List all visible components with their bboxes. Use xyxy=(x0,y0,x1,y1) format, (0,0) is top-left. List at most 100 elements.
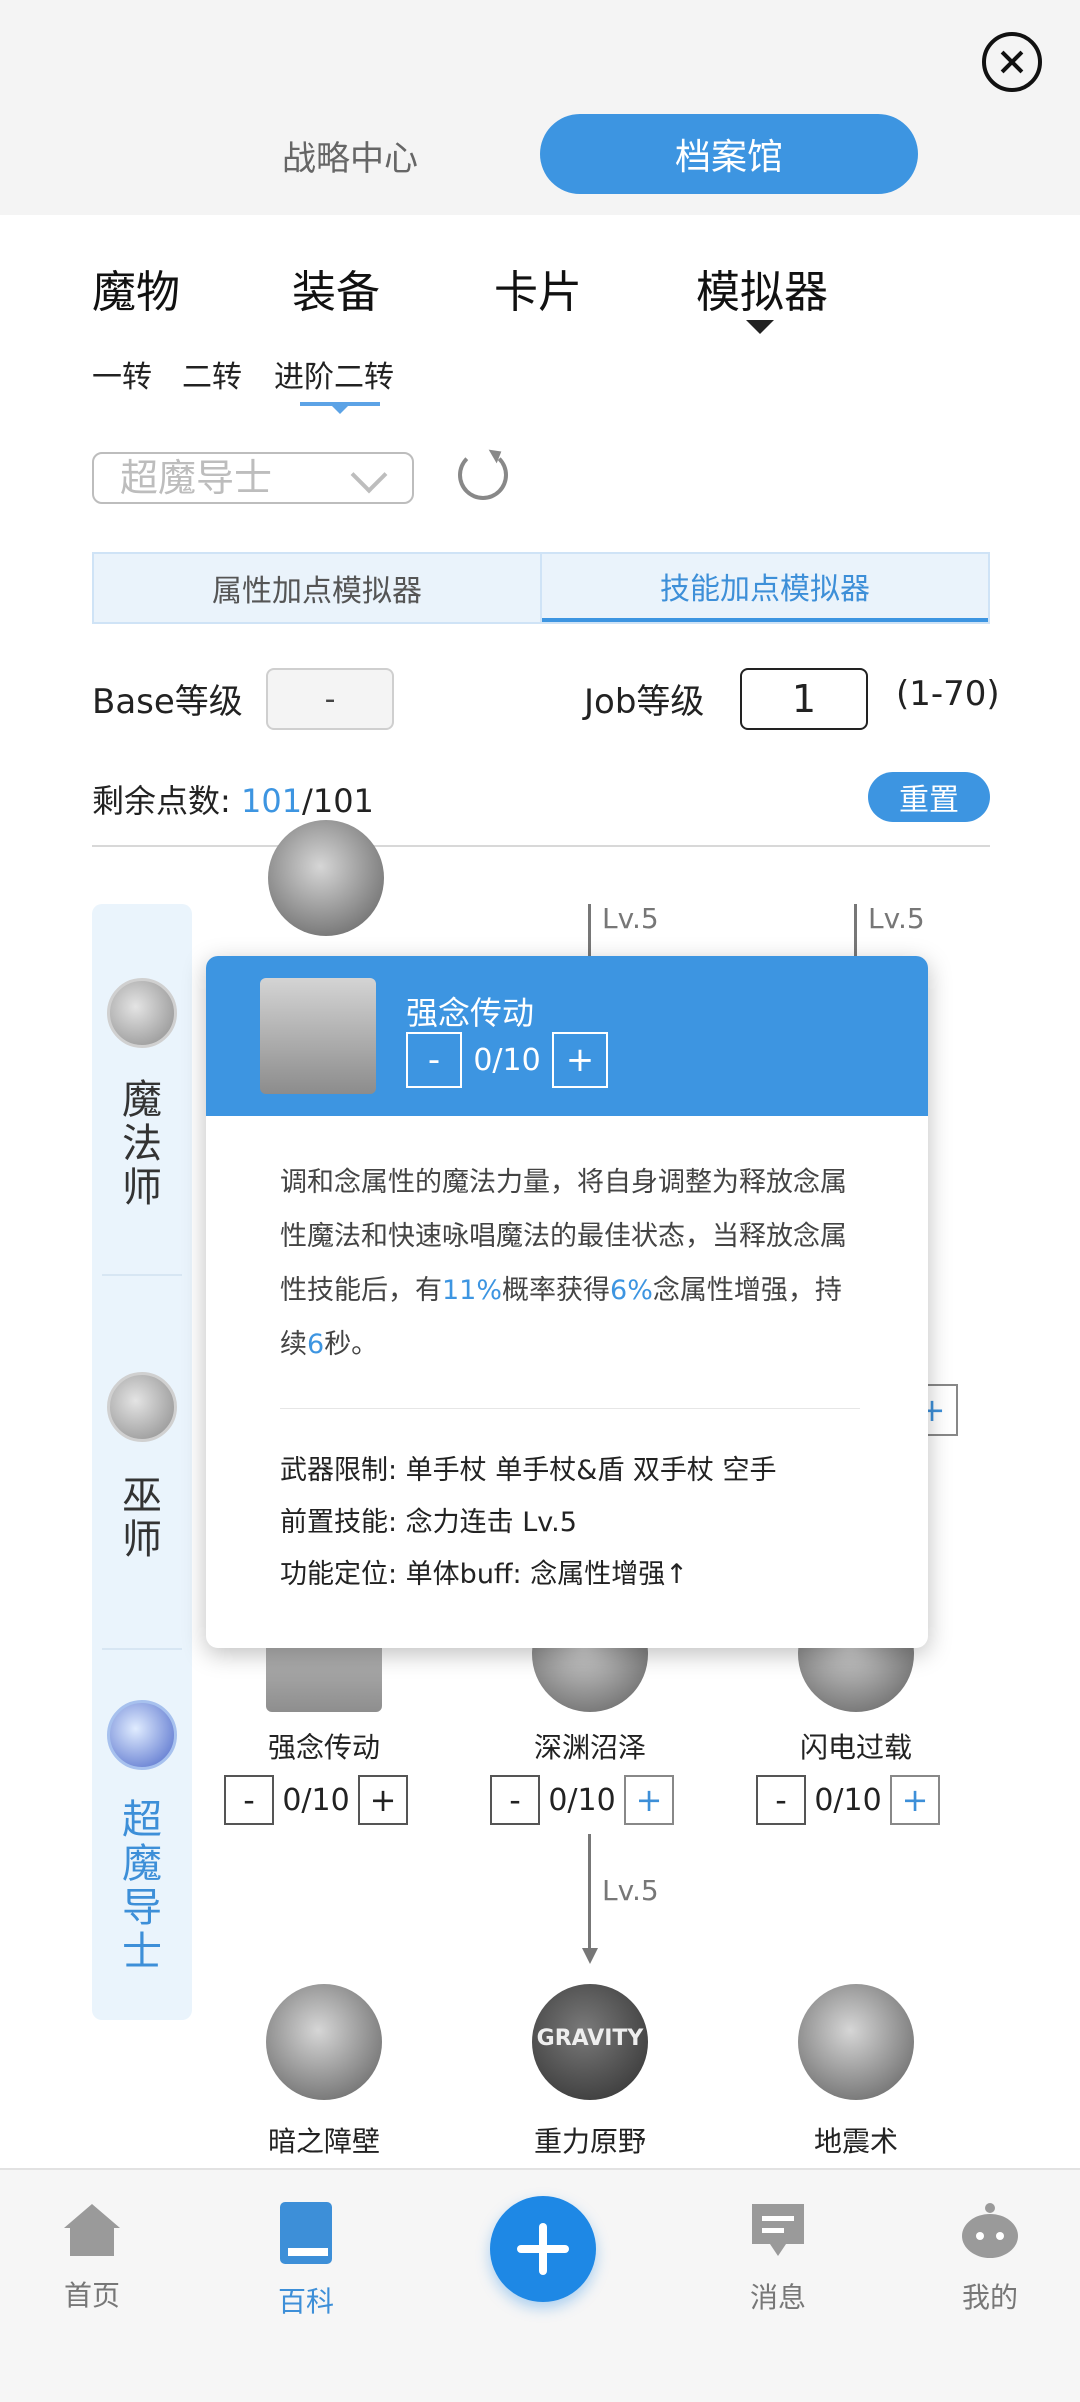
base-level-label: Base等级 xyxy=(92,682,243,722)
skill-detail-popup: 强念传动 - 0/10 + 调和念属性的魔法力量，将自身调整为释放念属性魔法和快… xyxy=(206,956,928,1648)
category-monsters[interactable]: 魔物 xyxy=(92,258,180,328)
nav-profile-label: 我的 xyxy=(961,2281,1018,2314)
mage-job-icon[interactable] xyxy=(107,978,177,1048)
simulator-tabs: 属性加点模拟器 技能加点模拟器 xyxy=(92,552,990,624)
subtab-advanced-second-job[interactable]: 进阶二转 xyxy=(274,356,394,400)
remaining-points-value: 101 xyxy=(240,782,303,820)
weapon-restriction: 武器限制: 单手杖 单手杖&盾 双手杖 空手 xyxy=(280,1455,777,1486)
tab-archive-label: 档案馆 xyxy=(674,137,783,178)
level-requirement: Lv.5 xyxy=(602,902,659,935)
gravity-field-icon[interactable]: GRAVITY xyxy=(532,1984,648,2100)
subtab-active-caret xyxy=(330,404,350,414)
section-divider xyxy=(92,845,990,847)
minus-button[interactable]: - xyxy=(490,1775,540,1825)
book-icon xyxy=(280,2202,332,2264)
popup-skill-title: 强念传动 xyxy=(406,994,535,1032)
popup-plus-button[interactable]: + xyxy=(552,1032,608,1088)
plus-icon[interactable] xyxy=(490,2196,596,2302)
sidebar-divider xyxy=(102,1648,182,1650)
chevron-down-icon xyxy=(350,456,388,494)
close-icon[interactable] xyxy=(982,32,1042,92)
job-level-range: (1-70) xyxy=(896,674,1000,714)
reset-button[interactable]: 重置 xyxy=(868,772,990,822)
psychic-drive-icon xyxy=(260,978,376,1094)
bottom-skill-names-clip: 暗之障壁 重力原野 地震术 xyxy=(0,2120,1080,2166)
tab-attribute-simulator[interactable]: 属性加点模拟器 xyxy=(94,554,542,622)
plus-button[interactable]: + xyxy=(624,1775,674,1825)
connector-line xyxy=(854,904,857,964)
remaining-points-label: 剩余点数: xyxy=(92,782,231,820)
plus-button[interactable]: + xyxy=(358,1775,408,1825)
skill-stepper: - 0/10 + xyxy=(224,1774,408,1826)
earthquake-icon[interactable] xyxy=(798,1984,914,2100)
level-requirement: Lv.5 xyxy=(868,902,925,935)
profile-icon xyxy=(962,2203,1018,2258)
connector-line xyxy=(588,904,591,964)
popup-description: 调和念属性的魔法力量，将自身调整为释放念属性魔法和快速咏唱魔法的最佳状态，当释放… xyxy=(280,1156,860,1372)
nav-messages-label: 消息 xyxy=(749,2281,806,2314)
dark-barrier-icon[interactable] xyxy=(266,1984,382,2100)
skill-name: 强念传动 xyxy=(267,1731,380,1764)
plus-button[interactable]: + xyxy=(890,1775,940,1825)
skill-value: 0/10 xyxy=(282,1782,350,1818)
skill-value: 0/10 xyxy=(814,1782,882,1818)
skill-name: 重力原野 xyxy=(533,2125,646,2158)
skill-name: 闪电过载 xyxy=(799,1731,912,1764)
message-icon xyxy=(752,2204,804,2256)
tab-skill-simulator[interactable]: 技能加点模拟器 xyxy=(542,554,988,622)
function-role: 功能定位: 单体buff: 念属性增强↑ xyxy=(280,1559,688,1590)
nav-messages[interactable]: 消息 xyxy=(708,2200,848,2316)
nav-encyclopedia-label: 百科 xyxy=(277,2285,334,2318)
subtab-first-job[interactable]: 一转 xyxy=(92,356,152,400)
nav-home-label: 首页 xyxy=(63,2279,120,2312)
skill-name: 地震术 xyxy=(813,2125,898,2158)
gravity-icon-text: GRAVITY xyxy=(536,2026,644,2051)
base-level-field[interactable]: - xyxy=(266,668,394,730)
nav-encyclopedia[interactable]: 百科 xyxy=(236,2200,376,2320)
job-select-value: 超魔导士 xyxy=(120,456,273,500)
connector-arrow xyxy=(582,1948,598,1964)
subtab-second-job[interactable]: 二转 xyxy=(182,356,242,400)
desc-text: 概率获得 xyxy=(502,1275,611,1306)
popup-skill-value: 0/10 xyxy=(473,1042,541,1078)
tab-strategy-center[interactable]: 战略中心 xyxy=(200,115,500,195)
skill-name: 暗之障壁 xyxy=(267,2125,380,2158)
job-level-field[interactable]: 1 xyxy=(740,668,868,730)
sidebar-item-wizard[interactable]: 巫师 xyxy=(117,1474,167,1562)
high-wizard-job-icon[interactable] xyxy=(107,1700,177,1770)
skill-icon[interactable] xyxy=(268,820,384,936)
sidebar-divider xyxy=(102,1274,182,1276)
skill-stepper: - 0/10 + xyxy=(490,1774,674,1826)
category-equipment[interactable]: 装备 xyxy=(292,258,380,328)
sidebar-item-mage[interactable]: 魔法师 xyxy=(117,1078,167,1210)
home-icon xyxy=(64,2204,120,2256)
remaining-points: 剩余点数: 101/101 xyxy=(92,776,374,822)
desc-highlight: 6% xyxy=(610,1275,653,1306)
tab-strategy-center-label: 战略中心 xyxy=(282,138,418,179)
skill-stepper: - 0/10 + xyxy=(756,1774,940,1826)
connector-line xyxy=(588,1834,591,1952)
job-select[interactable]: 超魔导士 xyxy=(92,452,414,504)
desc-highlight: 6 xyxy=(307,1329,325,1360)
active-category-indicator xyxy=(746,320,774,334)
skill-value: 0/10 xyxy=(548,1782,616,1818)
category-cards[interactable]: 卡片 xyxy=(494,258,582,328)
popup-stepper: - 0/10 + xyxy=(406,1032,608,1088)
minus-button[interactable]: - xyxy=(756,1775,806,1825)
popup-divider xyxy=(280,1408,860,1409)
tab-archive[interactable]: 档案馆 xyxy=(540,114,918,194)
minus-button[interactable]: - xyxy=(224,1775,274,1825)
prerequisite-skill: 前置技能: 念力连击 Lv.5 xyxy=(280,1507,577,1538)
nav-home[interactable]: 首页 xyxy=(22,2200,162,2314)
level-requirement: Lv.5 xyxy=(602,1874,659,1907)
wizard-job-icon[interactable] xyxy=(107,1372,177,1442)
popup-minus-button[interactable]: - xyxy=(406,1032,462,1088)
sidebar-item-high-wizard[interactable]: 超魔导士 xyxy=(117,1798,167,1974)
header-band xyxy=(0,0,1080,215)
category-simulator[interactable]: 模拟器 xyxy=(696,258,828,328)
desc-highlight: 11% xyxy=(442,1275,503,1306)
skill-name: 深渊沼泽 xyxy=(533,1731,646,1764)
nav-profile[interactable]: 我的 xyxy=(920,2200,1060,2316)
desc-text: 秒。 xyxy=(324,1329,379,1360)
job-level-label: Job等级 xyxy=(584,682,705,722)
